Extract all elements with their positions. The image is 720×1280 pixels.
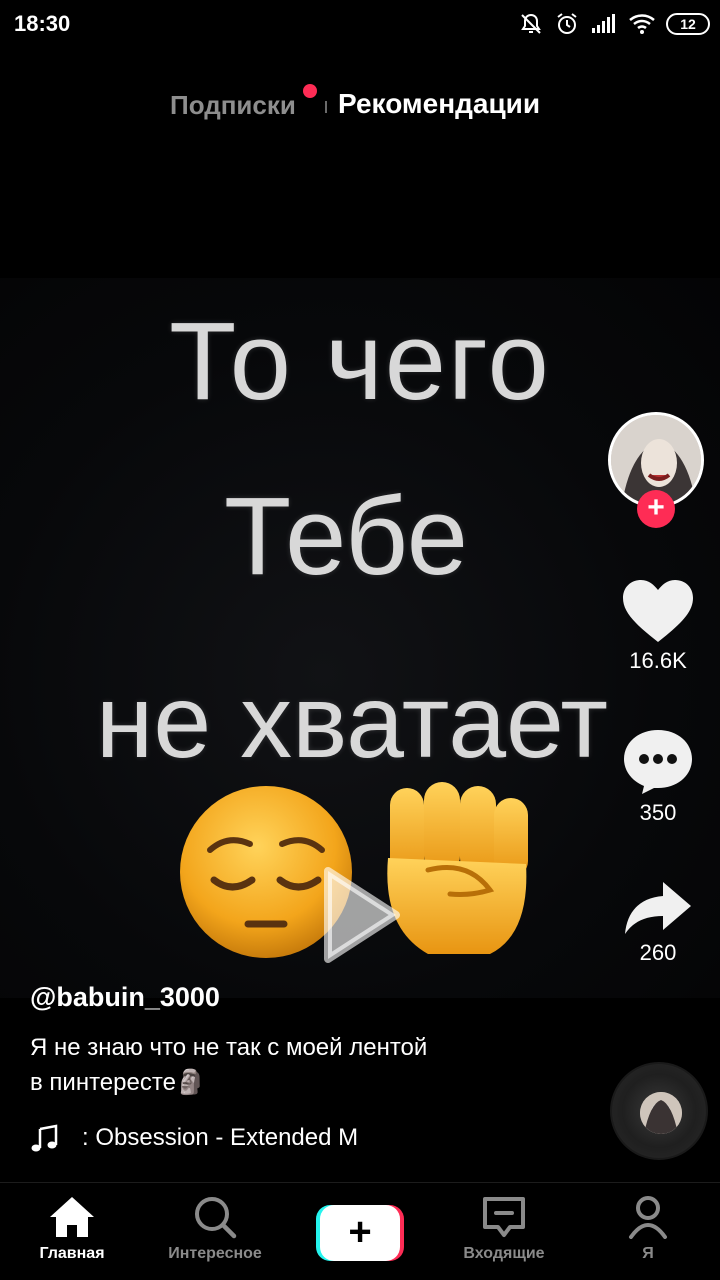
comment-count: 350 — [639, 800, 677, 825]
nav-profile[interactable]: Я — [583, 1195, 713, 1263]
nav-inbox-label: Входящие — [463, 1245, 545, 1262]
nav-discover[interactable]: Интересное — [150, 1195, 280, 1263]
like-button[interactable]: 16.6K — [612, 578, 704, 674]
battery-icon: 12 — [666, 13, 710, 35]
music-title: : Obsession - Extended M — [82, 1124, 359, 1151]
share-count: 260 — [639, 940, 677, 965]
create-button[interactable]: + — [316, 1205, 404, 1261]
status-icons: 12 — [518, 8, 710, 40]
tab-for-you[interactable]: Рекомендации — [338, 88, 540, 120]
mute-icon — [518, 11, 544, 37]
alarm-icon — [554, 11, 580, 37]
signal-icon — [590, 13, 618, 35]
music-disc-cover — [640, 1092, 682, 1134]
inbox-icon — [483, 1197, 525, 1237]
caption-line-2: в пинтересте🗿 — [30, 1069, 206, 1096]
video-text-line-1: То чего — [169, 300, 551, 423]
tab-divider — [325, 101, 327, 113]
tab-following[interactable]: Подписки — [170, 90, 296, 121]
like-count: 16.6K — [629, 648, 687, 673]
creator-username[interactable]: @babuin_3000 — [30, 982, 220, 1013]
share-button[interactable]: 260 — [612, 880, 704, 966]
search-icon — [195, 1197, 237, 1239]
status-bar: 18:30 12 — [0, 0, 720, 48]
caption-line-1: Я не знаю что не так с моей лентой — [30, 1034, 428, 1061]
music-disc[interactable] — [610, 1062, 708, 1160]
music-info[interactable]: : Obsession - Extended M — [30, 1122, 388, 1154]
plus-icon: + — [320, 1205, 400, 1261]
status-time: 18:30 — [14, 11, 71, 36]
video-caption: Я не знаю что не так с моей лентой в пин… — [30, 1030, 550, 1100]
video-text-line-2: Тебе — [224, 475, 468, 598]
bottom-navigation: Главная Интересное + Входящие Я — [0, 1182, 720, 1280]
feed-tabs: Подписки Рекомендации — [0, 84, 720, 128]
play-icon[interactable] — [318, 863, 402, 967]
music-note-icon — [31, 1124, 58, 1152]
nav-home-label: Главная — [39, 1245, 105, 1262]
follow-button[interactable]: + — [637, 490, 675, 528]
profile-icon — [629, 1196, 667, 1239]
home-icon — [50, 1197, 94, 1237]
heart-icon — [623, 580, 693, 642]
nav-profile-label: Я — [642, 1245, 654, 1262]
comment-button[interactable]: 350 — [612, 726, 704, 826]
video-text-line-3: не хватает — [95, 664, 609, 780]
wifi-icon — [628, 13, 656, 35]
nav-inbox[interactable]: Входящие — [439, 1195, 569, 1263]
share-icon — [625, 882, 691, 934]
new-content-dot — [303, 84, 317, 98]
nav-home[interactable]: Главная — [7, 1195, 137, 1263]
nav-discover-label: Интересное — [168, 1245, 262, 1262]
comment-icon — [624, 730, 692, 794]
